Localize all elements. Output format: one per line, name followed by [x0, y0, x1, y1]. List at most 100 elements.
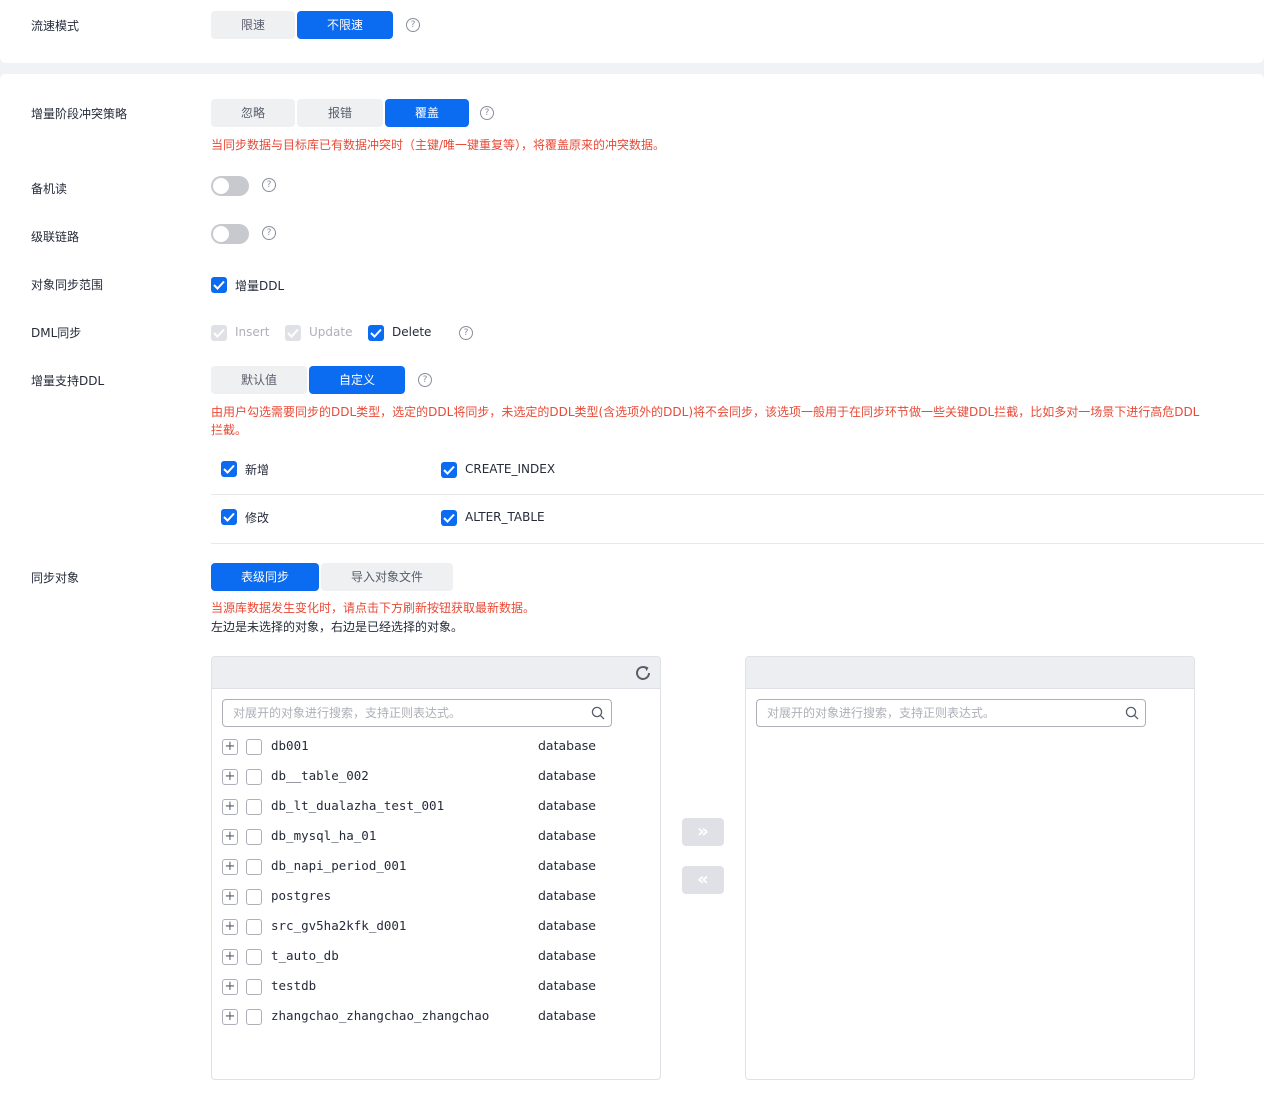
move-right-button[interactable]: » [682, 818, 724, 846]
list-item[interactable]: + db__table_002 database [222, 762, 652, 792]
row-checkbox[interactable] [246, 1009, 262, 1025]
conflict-policy-selector: 忽略 报错 覆盖 [211, 99, 471, 127]
list-item[interactable]: + src_gv5ha2kfk_d001 database [222, 912, 652, 942]
conflict-error-option[interactable]: 报错 [297, 99, 383, 127]
incremental-ddl-label: 增量支持DDL [31, 374, 105, 388]
move-left-button[interactable]: « [682, 866, 724, 894]
help-icon[interactable]: ? [418, 373, 432, 387]
dml-sync-label: DML同步 [31, 326, 82, 340]
ddl-create-index-checkbox[interactable] [441, 462, 457, 478]
search-icon[interactable] [591, 706, 605, 720]
check-icon [370, 328, 382, 338]
expand-icon[interactable]: + [222, 979, 238, 995]
search-placeholder: 对展开的对象进行搜索，支持正则表达式。 [233, 706, 462, 720]
help-icon[interactable]: ? [406, 18, 420, 32]
object-name: postgres [271, 888, 332, 903]
cascade-link-toggle[interactable] [211, 224, 249, 244]
object-name: db_lt_dualazha_test_001 [271, 798, 445, 813]
sync-objects-label: 同步对象 [31, 571, 80, 585]
standby-read-toggle[interactable] [211, 176, 249, 196]
incremental-ddl-selector: 默认值 自定义 [211, 366, 407, 394]
object-type: database [538, 768, 596, 783]
row-checkbox[interactable] [246, 739, 262, 755]
flow-mode-selector: 限速 不限速 [211, 11, 395, 39]
right-search-input[interactable]: 对展开的对象进行搜索，支持正则表达式。 [756, 699, 1146, 727]
row-checkbox[interactable] [246, 949, 262, 965]
toggle-knob [213, 226, 229, 242]
ddl-alter-table-checkbox[interactable] [441, 510, 457, 526]
row-checkbox[interactable] [246, 829, 262, 845]
expand-icon[interactable]: + [222, 799, 238, 815]
row-checkbox[interactable] [246, 919, 262, 935]
toggle-knob [213, 178, 229, 194]
conflict-policy-hint: 当同步数据与目标库已有数据冲突时（主键/唯一键重复等），将覆盖原来的冲突数据。 [211, 138, 666, 152]
expand-icon[interactable]: + [222, 889, 238, 905]
expand-icon[interactable]: + [222, 859, 238, 875]
row-checkbox[interactable] [246, 769, 262, 785]
dml-insert-checkbox[interactable] [211, 325, 227, 341]
object-type: database [538, 828, 596, 843]
check-icon [223, 464, 235, 474]
divider [211, 543, 1264, 544]
unselected-objects-panel: 对展开的对象进行搜索，支持正则表达式。 + db001 database + db__… [211, 656, 661, 1080]
help-icon[interactable]: ? [262, 226, 276, 240]
panel-header [746, 657, 1194, 689]
search-icon[interactable] [1125, 706, 1139, 720]
check-icon [443, 465, 455, 475]
sync-objects-selector: 表级同步 导入对象文件 [211, 563, 455, 591]
dml-update-checkbox[interactable] [285, 325, 301, 341]
refresh-icon[interactable] [634, 664, 652, 682]
list-item[interactable]: + db001 database [222, 732, 652, 762]
object-name: zhangchao_zhangchao_zhangchao [271, 1008, 490, 1023]
expand-icon[interactable]: + [222, 1009, 238, 1025]
object-type: database [538, 858, 596, 873]
panel-header [212, 657, 660, 689]
ddl-custom-option[interactable]: 自定义 [309, 366, 405, 394]
check-icon [213, 328, 225, 338]
flow-mode-card: 流速模式 限速 不限速 ? [0, 0, 1264, 63]
divider [211, 494, 1264, 495]
list-item[interactable]: + db_mysql_ha_01 database [222, 822, 652, 852]
list-item[interactable]: + db_lt_dualazha_test_001 database [222, 792, 652, 822]
object-name: db001 [271, 738, 309, 753]
conflict-overwrite-option[interactable]: 覆盖 [385, 99, 469, 127]
object-name: db__table_002 [271, 768, 369, 783]
flow-mode-limited-option[interactable]: 限速 [211, 11, 295, 39]
sync-objects-note: 左边是未选择的对象，右边是已经选择的对象。 [211, 620, 464, 634]
expand-icon[interactable]: + [222, 769, 238, 785]
expand-icon[interactable]: + [222, 829, 238, 845]
dml-delete-label: Delete [392, 325, 432, 339]
left-search-input[interactable]: 对展开的对象进行搜索，支持正则表达式。 [222, 699, 612, 727]
dml-insert-label: Insert [235, 325, 270, 339]
list-item[interactable]: + testdb database [222, 972, 652, 1002]
expand-icon[interactable]: + [222, 739, 238, 755]
row-checkbox[interactable] [246, 859, 262, 875]
row-checkbox[interactable] [246, 799, 262, 815]
sync-objects-refresh-hint: 当源库数据发生变化时，请点击下方刷新按钮获取最新数据。 [211, 601, 536, 615]
help-icon[interactable]: ? [262, 178, 276, 192]
incremental-ddl-checkbox[interactable] [211, 277, 227, 293]
cascade-link-label: 级联链路 [31, 230, 80, 244]
ddl-add-checkbox[interactable] [221, 461, 237, 477]
help-icon[interactable]: ? [459, 326, 473, 340]
list-item[interactable]: + zhangchao_zhangchao_zhangchao database [222, 1002, 652, 1032]
ddl-create-index-label: CREATE_INDEX [465, 462, 556, 476]
row-checkbox[interactable] [246, 979, 262, 995]
help-icon[interactable]: ? [480, 106, 494, 120]
table-level-sync-option[interactable]: 表级同步 [211, 563, 319, 591]
ddl-modify-checkbox[interactable] [221, 509, 237, 525]
import-object-file-option[interactable]: 导入对象文件 [321, 563, 453, 591]
list-item[interactable]: + t_auto_db database [222, 942, 652, 972]
ddl-default-option[interactable]: 默认值 [211, 366, 307, 394]
flow-mode-label: 流速模式 [31, 19, 80, 33]
selected-objects-panel: 对展开的对象进行搜索，支持正则表达式。 [745, 656, 1195, 1080]
dml-delete-checkbox[interactable] [368, 325, 384, 341]
conflict-ignore-option[interactable]: 忽略 [211, 99, 295, 127]
row-checkbox[interactable] [246, 889, 262, 905]
flow-mode-unlimited-option[interactable]: 不限速 [297, 11, 393, 39]
list-item[interactable]: + db_napi_period_001 database [222, 852, 652, 882]
expand-icon[interactable]: + [222, 919, 238, 935]
object-name: src_gv5ha2kfk_d001 [271, 918, 407, 933]
list-item[interactable]: + postgres database [222, 882, 652, 912]
expand-icon[interactable]: + [222, 949, 238, 965]
